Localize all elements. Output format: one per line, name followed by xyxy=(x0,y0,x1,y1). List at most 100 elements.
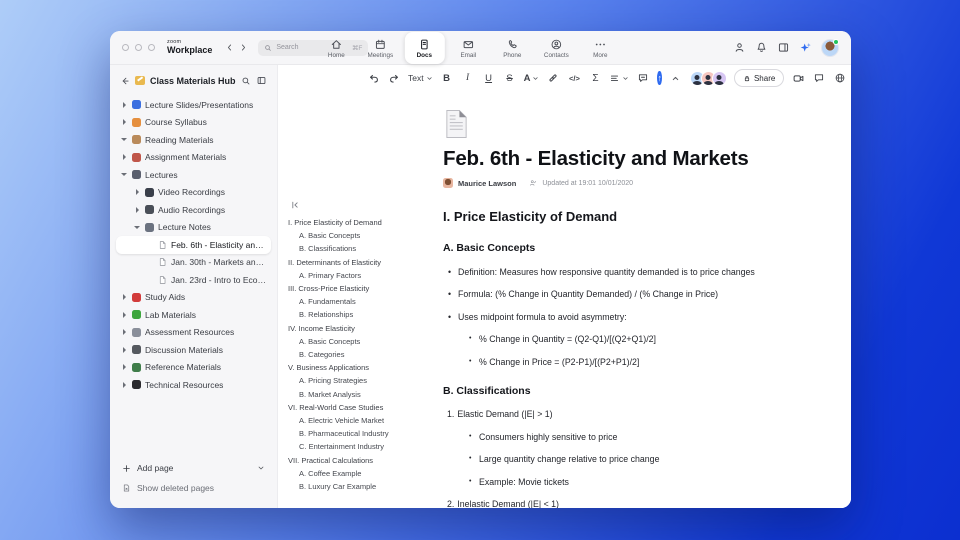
tab-docs[interactable]: Docs xyxy=(404,32,445,64)
chevron-down-icon[interactable] xyxy=(120,138,128,141)
align-dropdown[interactable] xyxy=(609,73,629,84)
outline-item[interactable]: A. Basic Concepts xyxy=(288,229,434,242)
outline-item[interactable]: B. Relationships xyxy=(288,308,434,321)
outline-item[interactable]: B. Categories xyxy=(288,348,434,361)
user-avatar[interactable] xyxy=(821,38,839,57)
sidebar-item[interactable]: Discussion Materials xyxy=(116,341,271,359)
code-button[interactable]: </> xyxy=(567,70,581,86)
document-title[interactable]: Feb. 6th - Elasticity and Markets xyxy=(443,147,795,171)
tab-phone[interactable]: Phone xyxy=(492,33,532,63)
back-arrow-icon[interactable] xyxy=(120,76,130,86)
formula-button[interactable]: Σ xyxy=(588,70,602,86)
strikethrough-button[interactable]: S xyxy=(503,70,517,86)
ai-companion-sparkle-icon[interactable] xyxy=(799,41,812,54)
outline-item[interactable]: VII. Practical Calculations xyxy=(288,454,434,467)
side-panel-icon[interactable] xyxy=(777,41,790,54)
sidebar-item[interactable]: Course Syllabus xyxy=(116,114,271,132)
outline-item[interactable]: A. Basic Concepts xyxy=(288,335,434,348)
video-button[interactable] xyxy=(791,70,805,86)
chevron-right-icon[interactable] xyxy=(120,154,128,160)
text-color-dropdown[interactable]: A xyxy=(524,73,540,84)
outline-item[interactable]: III. Cross-Price Elasticity xyxy=(288,282,434,295)
outline-item[interactable]: VI. Real-World Case Studies xyxy=(288,401,434,414)
show-deleted-pages-button[interactable]: Show deleted pages xyxy=(122,478,265,498)
window-close-button[interactable] xyxy=(122,44,129,51)
collapse-toolbar-button[interactable] xyxy=(669,70,683,86)
chevron-right-icon[interactable] xyxy=(120,294,128,300)
chevron-down-icon[interactable] xyxy=(120,173,128,176)
outline-item[interactable]: IV. Income Elasticity xyxy=(288,322,434,335)
contacts-icon xyxy=(550,38,563,51)
sidebar-item[interactable]: Assignment Materials xyxy=(116,149,271,167)
tab-meetings[interactable]: Meetings xyxy=(360,33,400,63)
add-page-button[interactable]: Add page xyxy=(122,458,265,478)
outline-item[interactable]: B. Market Analysis xyxy=(288,388,434,401)
italic-button[interactable]: I xyxy=(461,70,475,86)
outline-item[interactable]: B. Pharmaceutical Industry xyxy=(288,427,434,440)
ai-compose-button[interactable]: ↑ xyxy=(657,71,662,85)
chevron-right-icon[interactable] xyxy=(120,382,128,388)
sidebar-item[interactable]: Lectures xyxy=(116,166,271,184)
profile-icon[interactable] xyxy=(733,41,746,54)
sidebar-item[interactable]: Lecture Slides/Presentations xyxy=(116,96,271,114)
outline-item[interactable]: A. Fundamentals xyxy=(288,295,434,308)
outline-item[interactable]: B. Luxury Car Example xyxy=(288,480,434,493)
notifications-bell-icon[interactable] xyxy=(755,41,768,54)
sidebar-item[interactable]: Assessment Resources xyxy=(116,324,271,342)
sidebar-item[interactable]: Audio Recordings xyxy=(116,201,271,219)
sidebar-search-icon[interactable] xyxy=(241,76,251,86)
undo-button[interactable] xyxy=(366,70,380,86)
nav-forward-button[interactable] xyxy=(236,40,250,56)
outline-item[interactable]: A. Primary Factors xyxy=(288,269,434,282)
outline-item[interactable]: A. Pricing Strategies xyxy=(288,374,434,387)
window-controls[interactable] xyxy=(122,44,155,51)
share-button[interactable]: Share xyxy=(733,69,785,87)
tab-email[interactable]: Email xyxy=(448,33,488,63)
outline-item[interactable]: II. Determinants of Elasticity xyxy=(288,256,434,269)
chevron-down-icon[interactable] xyxy=(257,464,265,472)
tab-contacts[interactable]: Contacts xyxy=(536,33,576,63)
tab-home[interactable]: Home xyxy=(316,33,356,63)
outline-item[interactable]: V. Business Applications xyxy=(288,361,434,374)
sidebar-item[interactable]: Lecture Notes xyxy=(116,219,271,237)
window-minimize-button[interactable] xyxy=(135,44,142,51)
outline-item[interactable]: A. Coffee Example xyxy=(288,467,434,480)
outline-item[interactable]: I. Price Elasticity of Demand xyxy=(288,216,434,229)
outline-item[interactable]: B. Classifications xyxy=(288,242,434,255)
chevron-right-icon[interactable] xyxy=(120,119,128,125)
chevron-right-icon[interactable] xyxy=(120,329,128,335)
outline-collapse-icon[interactable] xyxy=(290,200,300,210)
sidebar-item[interactable]: Video Recordings xyxy=(116,184,271,202)
sidebar-item[interactable]: Study Aids xyxy=(116,289,271,307)
sidebar-item[interactable]: Reference Materials xyxy=(116,359,271,377)
sidebar-item[interactable]: Technical Resources xyxy=(116,376,271,394)
underline-button[interactable]: U xyxy=(482,70,496,86)
chevron-right-icon[interactable] xyxy=(120,312,128,318)
link-button[interactable] xyxy=(546,70,560,86)
comment-button[interactable] xyxy=(636,70,650,86)
chevron-right-icon[interactable] xyxy=(120,102,128,108)
tab-more[interactable]: More xyxy=(580,33,620,63)
redo-button[interactable] xyxy=(387,70,401,86)
sidebar-item[interactable]: Reading Materials xyxy=(116,131,271,149)
chevron-down-icon[interactable] xyxy=(133,226,141,229)
sidebar-item[interactable]: Lab Materials xyxy=(116,306,271,324)
chevron-right-icon[interactable] xyxy=(133,189,141,195)
sidebar-panel-icon[interactable] xyxy=(256,75,267,86)
chevron-right-icon[interactable] xyxy=(120,347,128,353)
chevron-right-icon[interactable] xyxy=(120,364,128,370)
sidebar-item[interactable]: Jan. 23rd - Intro to Econo... xyxy=(116,271,271,289)
document-page-icon[interactable] xyxy=(443,109,795,139)
outline-item[interactable]: A. Electric Vehicle Market xyxy=(288,414,434,427)
chat-button[interactable] xyxy=(812,70,826,86)
chevron-right-icon[interactable] xyxy=(133,207,141,213)
outline-item[interactable]: C. Entertainment Industry xyxy=(288,440,434,453)
sidebar-item[interactable]: Jan. 30th - Markets and P... xyxy=(116,254,271,272)
presence-avatar[interactable] xyxy=(711,70,727,86)
nav-back-button[interactable] xyxy=(222,40,236,56)
globe-icon[interactable] xyxy=(833,70,847,86)
sidebar-item[interactable]: Feb. 6th - Elasticity and M... xyxy=(116,236,271,254)
window-maximize-button[interactable] xyxy=(148,44,155,51)
text-style-dropdown[interactable]: Text xyxy=(408,73,433,83)
bold-button[interactable]: B xyxy=(440,70,454,86)
